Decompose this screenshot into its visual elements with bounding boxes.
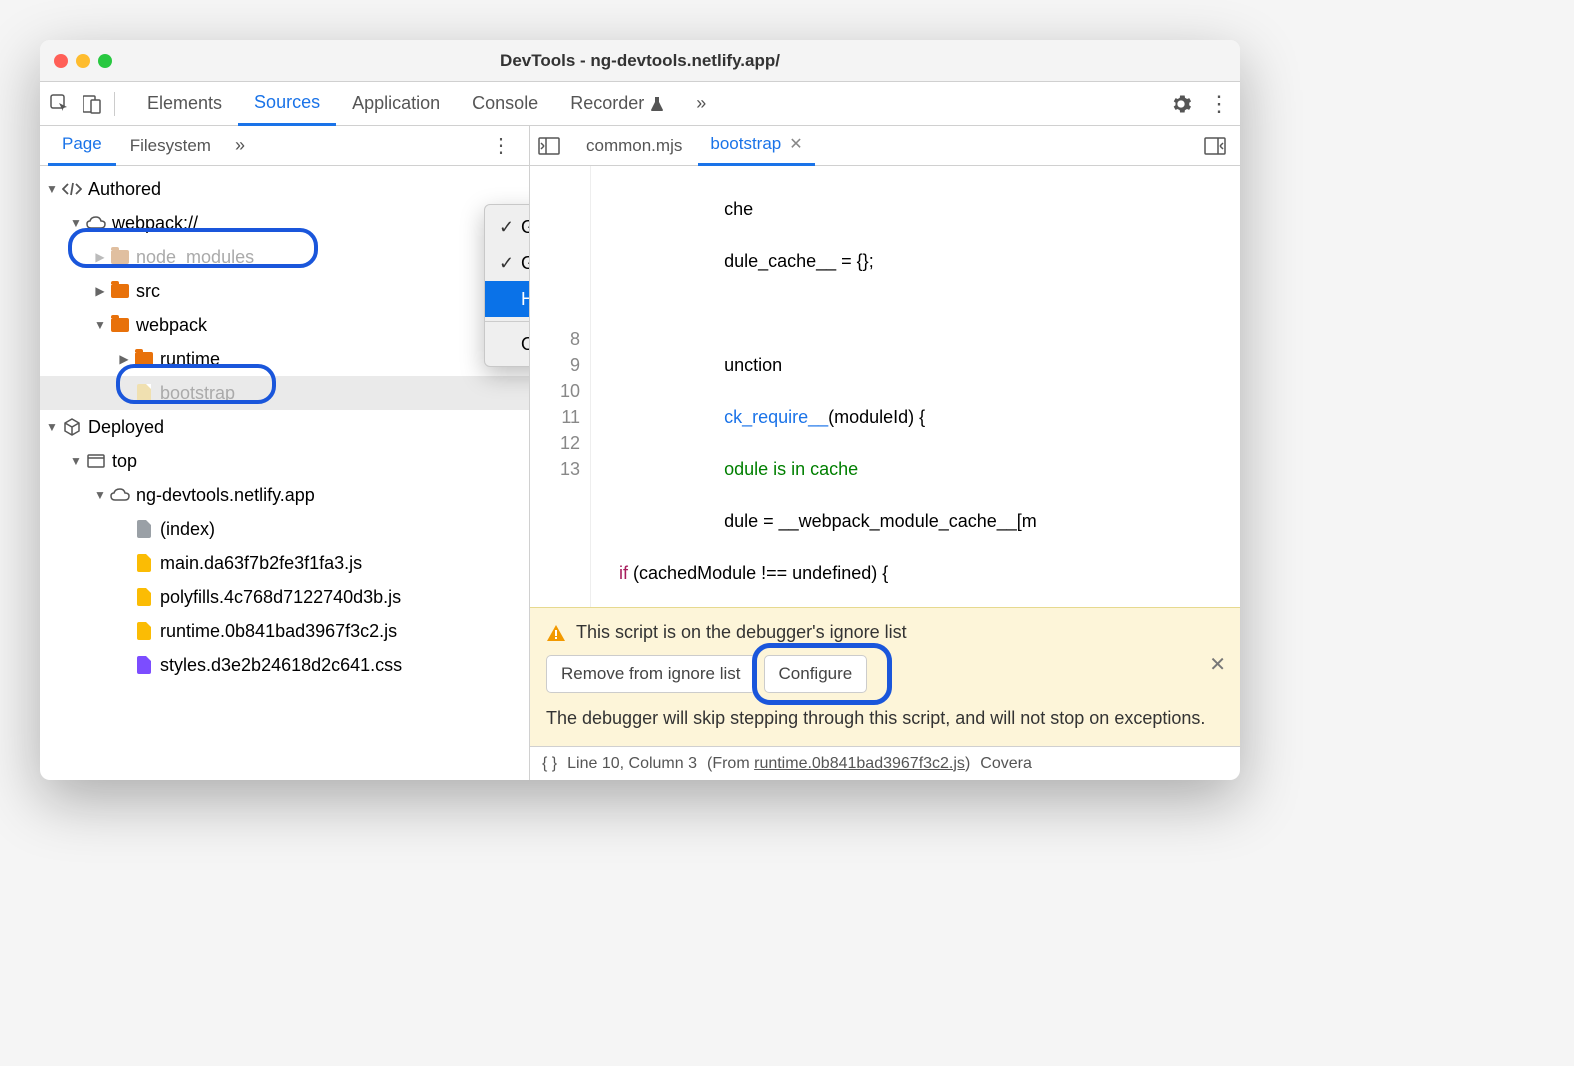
- check-icon: ✓: [499, 217, 521, 238]
- sources-sidebar: Page Filesystem » ⋮ ▼ Authored ▼ webpack…: [40, 126, 530, 780]
- close-tab-icon[interactable]: ✕: [789, 134, 802, 154]
- infobar-description: The debugger will skip stepping through …: [546, 705, 1224, 732]
- tree-webpack-root[interactable]: ▼ webpack://: [40, 206, 529, 240]
- tree-domain[interactable]: ▼ ng-devtools.netlify.app: [40, 478, 529, 512]
- window-title: DevTools - ng-devtools.netlify.app/: [500, 51, 780, 71]
- file-icon: [134, 656, 154, 674]
- file-icon: [134, 588, 154, 606]
- tree-top[interactable]: ▼ top: [40, 444, 529, 478]
- folder-icon: [110, 282, 130, 300]
- menu-separator: [485, 321, 529, 322]
- tree-index[interactable]: (index): [40, 512, 529, 546]
- tab-console[interactable]: Console: [456, 82, 554, 126]
- menu-open-file[interactable]: Open file ⌘ P: [485, 326, 529, 362]
- tree-file[interactable]: styles.d3e2b24618d2c641.css: [40, 648, 529, 682]
- tree-bootstrap[interactable]: bootstrap: [40, 376, 529, 410]
- editor-statusbar: { } Line 10, Column 3 (From runtime.0b84…: [530, 746, 1240, 780]
- close-infobar-icon[interactable]: ✕: [1209, 652, 1226, 677]
- sidebar-tab-filesystem[interactable]: Filesystem: [116, 126, 225, 166]
- file-icon: [134, 622, 154, 640]
- settings-icon[interactable]: [1170, 93, 1192, 115]
- maximize-window-button[interactable]: [98, 54, 112, 68]
- file-tree: ▼ Authored ▼ webpack:// ▶ node_modules ▶: [40, 166, 529, 780]
- editor-pane: common.mjs bootstrap ✕ 8 9 10 11 12 13: [530, 126, 1240, 780]
- navigator-toggle-icon[interactable]: [538, 137, 560, 155]
- tree-node-modules[interactable]: ▶ node_modules: [40, 240, 529, 274]
- tree-file[interactable]: polyfills.4c768d7122740d3b.js: [40, 580, 529, 614]
- coverage-label[interactable]: Covera: [980, 755, 1032, 773]
- tab-recorder[interactable]: Recorder: [554, 82, 680, 126]
- menu-hide-ignored[interactable]: Hide ignore-listed sources: [485, 281, 529, 317]
- deployed-icon: [62, 418, 82, 436]
- sidebar-tab-page[interactable]: Page: [48, 126, 116, 166]
- editor-tabs: common.mjs bootstrap ✕: [530, 126, 1240, 166]
- format-icon[interactable]: { }: [542, 755, 557, 773]
- tree-file[interactable]: runtime.0b841bad3967f3c2.js: [40, 614, 529, 648]
- code-editor[interactable]: 8 9 10 11 12 13 che dule_cache__ = {}; u…: [530, 166, 1240, 607]
- minimize-window-button[interactable]: [76, 54, 90, 68]
- kebab-menu-icon[interactable]: ⋮: [1208, 91, 1230, 117]
- tab-elements[interactable]: Elements: [131, 82, 238, 126]
- flask-icon: [650, 96, 664, 112]
- code-content: che dule_cache__ = {}; unction ck_requir…: [591, 166, 1240, 607]
- debugger-toggle-icon[interactable]: [1198, 137, 1232, 155]
- tree-webpack-folder[interactable]: ▼ webpack: [40, 308, 529, 342]
- inspect-element-icon[interactable]: [50, 94, 70, 114]
- configure-button[interactable]: Configure: [764, 655, 868, 693]
- close-window-button[interactable]: [54, 54, 68, 68]
- frame-icon: [86, 452, 106, 470]
- traffic-lights: [54, 54, 112, 68]
- line-gutter: 8 9 10 11 12 13: [530, 166, 591, 607]
- check-icon: ✓: [499, 253, 521, 274]
- remove-from-ignore-list-button[interactable]: Remove from ignore list: [546, 655, 756, 693]
- expand-arrow-icon: ▼: [68, 454, 84, 468]
- sidebar-more-tabs[interactable]: »: [225, 135, 255, 156]
- expand-arrow-icon: ▶: [92, 250, 108, 264]
- folder-icon: [134, 350, 154, 368]
- sidebar-kebab-menu[interactable]: ⋮: [481, 133, 521, 158]
- file-icon: [134, 520, 154, 538]
- context-menu: ✓ Group by folder ✓ Group by Authored/De…: [484, 204, 529, 367]
- menu-group-by-authored[interactable]: ✓ Group by Authored/Deployed: [485, 245, 529, 281]
- cursor-position: Line 10, Column 3: [567, 755, 697, 773]
- tree-src[interactable]: ▶ src: [40, 274, 529, 308]
- expand-arrow-icon: ▼: [44, 182, 60, 196]
- editor-tab-bootstrap[interactable]: bootstrap ✕: [698, 126, 814, 166]
- folder-icon: [110, 248, 130, 266]
- cloud-icon: [86, 214, 106, 232]
- code-icon: [62, 180, 82, 198]
- tree-authored[interactable]: ▼ Authored: [40, 172, 529, 206]
- ignore-list-infobar: This script is on the debugger's ignore …: [530, 607, 1240, 746]
- source-from: (From runtime.0b841bad3967f3c2.js): [707, 755, 970, 773]
- main-toolbar: Elements Sources Application Console Rec…: [40, 82, 1240, 126]
- menu-group-by-folder[interactable]: ✓ Group by folder: [485, 209, 529, 245]
- expand-arrow-icon: ▼: [92, 488, 108, 502]
- warning-icon: [546, 624, 566, 642]
- device-toolbar-icon[interactable]: [82, 94, 102, 114]
- infobar-title: This script is on the debugger's ignore …: [576, 622, 907, 643]
- cloud-icon: [110, 486, 130, 504]
- editor-tab-common[interactable]: common.mjs: [574, 126, 694, 166]
- tree-deployed[interactable]: ▼ Deployed: [40, 410, 529, 444]
- file-icon: [134, 554, 154, 572]
- expand-arrow-icon: ▶: [92, 284, 108, 298]
- tab-application[interactable]: Application: [336, 82, 456, 126]
- more-tabs-button[interactable]: »: [680, 82, 722, 126]
- sidebar-tabs: Page Filesystem » ⋮: [40, 126, 529, 166]
- expand-arrow-icon: ▼: [44, 420, 60, 434]
- expand-arrow-icon: ▼: [68, 216, 84, 230]
- tree-file[interactable]: main.da63f7b2fe3f1fa3.js: [40, 546, 529, 580]
- titlebar: DevTools - ng-devtools.netlify.app/: [40, 40, 1240, 82]
- devtools-window: DevTools - ng-devtools.netlify.app/ Elem…: [40, 40, 1240, 780]
- tree-runtime[interactable]: ▶ runtime: [40, 342, 529, 376]
- expand-arrow-icon: ▶: [116, 352, 132, 366]
- source-link[interactable]: runtime.0b841bad3967f3c2.js: [754, 755, 965, 772]
- folder-icon: [110, 316, 130, 334]
- tab-sources[interactable]: Sources: [238, 82, 336, 126]
- file-icon: [134, 384, 154, 402]
- expand-arrow-icon: ▼: [92, 318, 108, 332]
